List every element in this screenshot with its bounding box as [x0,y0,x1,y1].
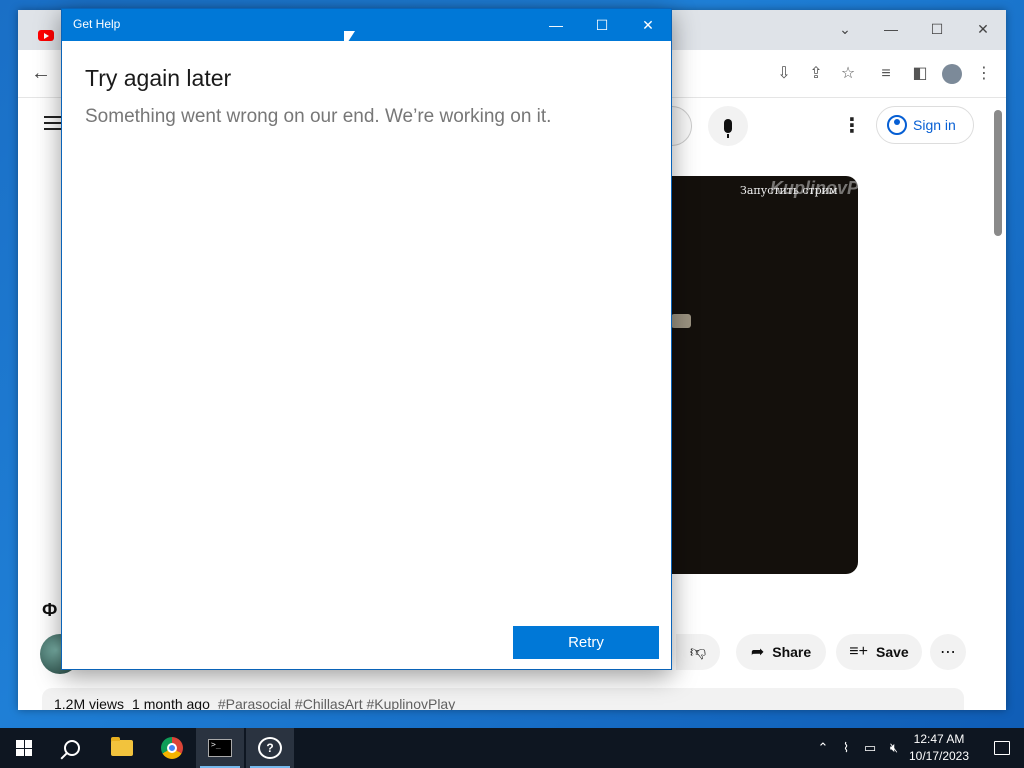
windows-logo-icon [16,740,32,756]
network-icon[interactable]: ⌇ [836,728,856,768]
playlist-add-icon: ≡+ [849,643,868,660]
search-icon [64,740,80,756]
error-heading: Try again later [85,65,232,91]
video-overlay-text: Запустить стрим [740,184,838,197]
get-help-taskbar-button[interactable]: ? [246,728,294,768]
bookmark-star-icon[interactable]: ☆ [836,62,860,86]
hashtags[interactable]: #Parasocial #ChillasArt #KuplinovPlay [218,696,455,710]
hamburger-menu-icon[interactable] [44,116,62,130]
browser-minimize-button[interactable]: — [868,14,914,44]
browser-menu-icon[interactable]: ⋮ [972,62,996,86]
mouse-cursor-icon [343,29,356,49]
maximize-button[interactable]: ☐ [579,9,625,41]
page-scrollbar[interactable] [994,110,1002,236]
save-label: Save [875,644,909,660]
upload-age: 1 month ago [132,696,210,710]
system-clock[interactable]: 12:47 AM 10/17/2023 [902,731,976,765]
side-panel-icon[interactable]: ◧ [908,62,932,86]
browser-close-button[interactable]: ✕ [960,14,1006,44]
profile-avatar-icon[interactable] [942,64,962,84]
sign-in-button[interactable]: Sign in [876,106,974,144]
save-button[interactable]: ≡+ Save [836,634,922,670]
more-actions-button[interactable]: ⋯ [930,634,966,670]
tab-search-icon[interactable]: ⌄ [822,14,868,44]
file-explorer-button[interactable] [98,728,146,768]
notification-icon [994,741,1010,755]
chrome-taskbar-button[interactable] [148,728,196,768]
show-hidden-icons-chevron-icon[interactable]: ⌃ [814,728,832,768]
terminal-icon: >_ [208,739,232,757]
thumbs-down-icon: 👎︎ [689,643,707,661]
youtube-tab-icon[interactable] [38,30,54,41]
share-arrow-icon: ➦ [750,644,765,661]
clock-time: 12:47 AM [913,732,965,746]
error-message: Something went wrong on our end. We’re w… [85,106,552,127]
taskbar-search-button[interactable] [48,728,96,768]
settings-kebab-icon[interactable]: ⋮ [842,116,862,136]
back-arrow-icon[interactable]: ← [28,60,54,86]
clock-date: 10/17/2023 [908,749,970,763]
volume-muted-icon[interactable]: 🔇︎ [884,728,904,768]
install-icon[interactable]: ⇩ [772,62,796,86]
close-button[interactable]: ✕ [625,9,671,41]
share-button[interactable]: ➦ Share [736,634,826,670]
video-description-box[interactable]: 1.2M views 1 month ago #Parasocial #Chil… [42,688,964,710]
retry-button[interactable]: Retry [513,626,659,659]
share-label: Share [772,644,812,660]
share-page-icon[interactable]: ⇪ [804,62,828,86]
taskbar: >_ ? ⌃ ⌇ ▭ 🔇︎ 12:47 AM 10/17/2023 [0,728,1024,768]
more-dots-icon: ⋯ [940,644,956,661]
start-button[interactable] [0,728,48,768]
browser-maximize-button[interactable]: ☐ [914,14,960,44]
view-count: 1.2M views [54,696,125,710]
video-title: Ф [42,600,58,620]
sign-in-label: Sign in [913,117,956,133]
help-icon: ? [258,737,282,759]
minimize-button[interactable]: — [533,9,579,41]
window-title: Get Help [73,17,121,31]
reading-list-icon[interactable]: ≡ [874,62,898,86]
dislike-button[interactable]: 👎︎ [676,634,720,670]
chrome-icon [161,737,183,759]
action-center-button[interactable] [980,728,1024,768]
microphone-icon [724,119,732,138]
folder-icon [111,737,133,756]
get-help-titlebar[interactable]: Get Help — ☐ ✕ [62,9,671,41]
user-circle-icon [887,115,907,135]
video-frame-light [671,314,691,328]
terminal-taskbar-button[interactable]: >_ [196,728,244,768]
get-help-window: Get Help — ☐ ✕ Try again later Something… [61,8,672,670]
display-icon[interactable]: ▭ [860,728,880,768]
voice-search-button[interactable] [708,106,748,146]
